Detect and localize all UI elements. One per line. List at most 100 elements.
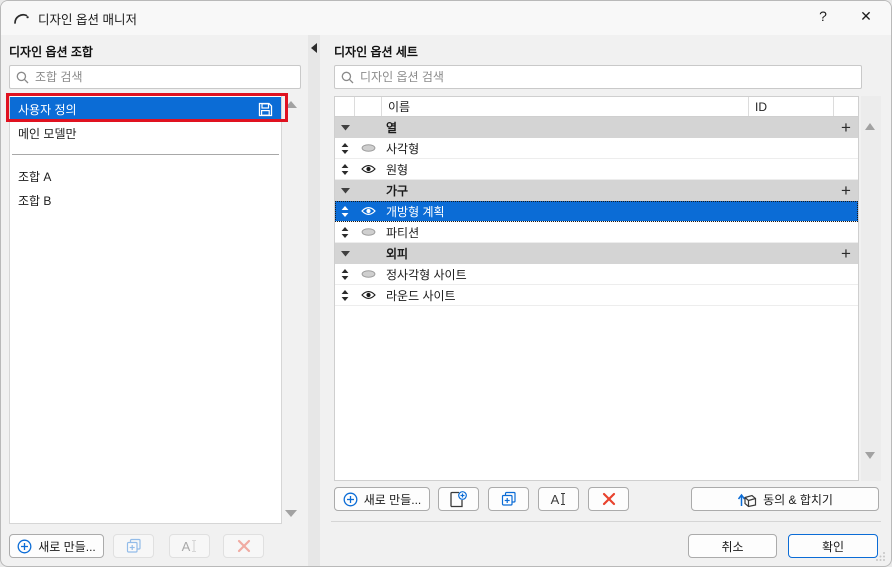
app-arc-icon: [14, 13, 29, 24]
new-combination-label: 새로 만들...: [38, 539, 96, 554]
option-name: 라운드 사이트: [386, 288, 456, 303]
list-separator: [12, 154, 279, 155]
option-row-rectangle[interactable]: 사각형: [335, 138, 858, 159]
search-icon: [16, 71, 29, 83]
delete-option-button[interactable]: [588, 487, 629, 511]
page-add-icon: [450, 490, 467, 507]
eye-closed-icon[interactable]: [361, 270, 376, 278]
cancel-label: 취소: [721, 539, 744, 554]
option-row-open-plan-selected[interactable]: 개방형 계획: [335, 201, 858, 222]
left-scroll-down-icon[interactable]: [285, 510, 297, 517]
new-option-set-button[interactable]: 새로 만들...: [334, 487, 430, 511]
dialog-surface: 디자인 옵션 매니저 ? ✕ 디자인 옵션 조합 사용자 정의 메인 모델만 조…: [0, 0, 892, 567]
option-name: 개방형 계획: [386, 204, 445, 219]
collapse-left-icon[interactable]: [311, 43, 317, 53]
left-scroll-up-icon[interactable]: [285, 101, 297, 108]
ok-label: 확인: [821, 539, 845, 554]
rename-icon: A: [182, 539, 198, 554]
close-button[interactable]: ✕: [855, 8, 877, 25]
delete-combination-button: [223, 534, 264, 558]
footer-separator: [331, 521, 881, 522]
eye-open-icon[interactable]: [361, 290, 376, 300]
option-row-circle[interactable]: 원형: [335, 159, 858, 180]
combination-search-input[interactable]: [35, 70, 294, 84]
delete-x-icon: [602, 492, 615, 506]
eye-closed-icon[interactable]: [361, 144, 376, 152]
rename-combination-button: A: [169, 534, 210, 558]
set-row-columns[interactable]: 열 +: [335, 117, 858, 138]
scroll-up-icon[interactable]: [865, 123, 875, 130]
list-item-combination-a[interactable]: 조합 A: [10, 164, 281, 188]
reorder-icon[interactable]: [341, 205, 349, 217]
duplicate-combination-button: [113, 534, 154, 558]
list-item-combination-b[interactable]: 조합 B: [10, 188, 281, 212]
collapse-down-icon[interactable]: [340, 250, 350, 257]
table-header: 이름 ID: [335, 97, 858, 117]
list-item-main-model-only[interactable]: 메인 모델만: [10, 121, 281, 145]
save-icon: [258, 102, 273, 116]
window-title: 디자인 옵션 매니저: [38, 12, 137, 27]
eye-open-icon[interactable]: [361, 164, 376, 174]
new-option-set-label: 새로 만들...: [363, 492, 422, 507]
list-item-label: 조합 A: [18, 169, 52, 184]
reorder-icon[interactable]: [341, 268, 349, 280]
option-search-field[interactable]: [334, 65, 862, 89]
eye-closed-icon[interactable]: [361, 228, 376, 236]
option-sets-table[interactable]: 이름 ID 열 + 사각형 원형 가구 + 개방형 계획 파티션 외피 + 정사…: [334, 96, 859, 481]
option-search-input[interactable]: [360, 70, 855, 84]
eye-open-icon[interactable]: [361, 206, 376, 216]
combination-list[interactable]: 사용자 정의 메인 모델만 조합 A 조합 B: [9, 94, 282, 524]
panel-splitter[interactable]: [308, 35, 320, 566]
add-option-icon[interactable]: +: [834, 119, 858, 136]
option-name: 원형: [386, 162, 409, 177]
reorder-icon[interactable]: [341, 163, 349, 175]
duplicate-icon: [501, 491, 516, 506]
set-row-furniture[interactable]: 가구 +: [335, 180, 858, 201]
title-bar[interactable]: 디자인 옵션 매니저 ? ✕: [1, 1, 891, 35]
list-item-label: 메인 모델만: [18, 126, 77, 141]
ok-button[interactable]: 확인: [788, 534, 878, 558]
add-option-icon[interactable]: +: [834, 245, 858, 262]
option-row-round-site[interactable]: 라운드 사이트: [335, 285, 858, 306]
option-name: 정사각형 사이트: [386, 267, 467, 282]
scroll-down-icon[interactable]: [865, 452, 875, 459]
option-row-partition[interactable]: 파티션: [335, 222, 858, 243]
option-row-square-site[interactable]: 정사각형 사이트: [335, 264, 858, 285]
duplicate-icon: [126, 538, 141, 553]
delete-x-icon: [237, 539, 250, 553]
add-option-icon[interactable]: +: [834, 182, 858, 199]
collapse-down-icon[interactable]: [340, 187, 350, 194]
list-item-user-defined[interactable]: 사용자 정의: [10, 97, 281, 121]
collapse-down-icon[interactable]: [340, 124, 350, 131]
rename-option-button[interactable]: A: [538, 487, 579, 511]
combination-search-field[interactable]: [9, 65, 301, 89]
duplicate-option-button[interactable]: [488, 487, 529, 511]
search-icon: [341, 71, 354, 83]
set-row-shell[interactable]: 외피 +: [335, 243, 858, 264]
column-name: 이름: [382, 97, 749, 116]
option-name: 사각형: [386, 141, 420, 156]
column-id: ID: [749, 97, 834, 116]
option-name: 파티션: [386, 225, 420, 240]
new-combination-button[interactable]: 새로 만들...: [9, 534, 104, 558]
merge-into-model-icon: [737, 493, 757, 507]
left-panel-title: 디자인 옵션 조합: [9, 45, 93, 59]
design-options-manager-dialog: 디자인 옵션 매니저 ? ✕ 디자인 옵션 조합 사용자 정의 메인 모델만 조…: [0, 0, 892, 567]
table-scrollbar[interactable]: [861, 96, 881, 481]
list-item-label: 사용자 정의: [18, 102, 77, 117]
reorder-icon[interactable]: [341, 226, 349, 238]
reorder-icon[interactable]: [341, 142, 349, 154]
add-circle-icon: [17, 539, 32, 553]
new-option-in-set-button[interactable]: [438, 487, 479, 511]
accept-merge-label: 동의 & 합치기: [763, 492, 833, 507]
list-item-label: 조합 B: [18, 193, 52, 208]
reorder-icon[interactable]: [341, 289, 349, 301]
set-name: 열: [386, 121, 398, 135]
add-circle-icon: [343, 492, 358, 506]
accept-merge-button[interactable]: 동의 & 합치기: [691, 487, 879, 511]
resize-grip[interactable]: [874, 549, 886, 561]
set-name: 외피: [386, 247, 409, 261]
right-panel-title: 디자인 옵션 세트: [334, 45, 418, 59]
cancel-button[interactable]: 취소: [688, 534, 777, 558]
help-button[interactable]: ?: [813, 8, 833, 24]
